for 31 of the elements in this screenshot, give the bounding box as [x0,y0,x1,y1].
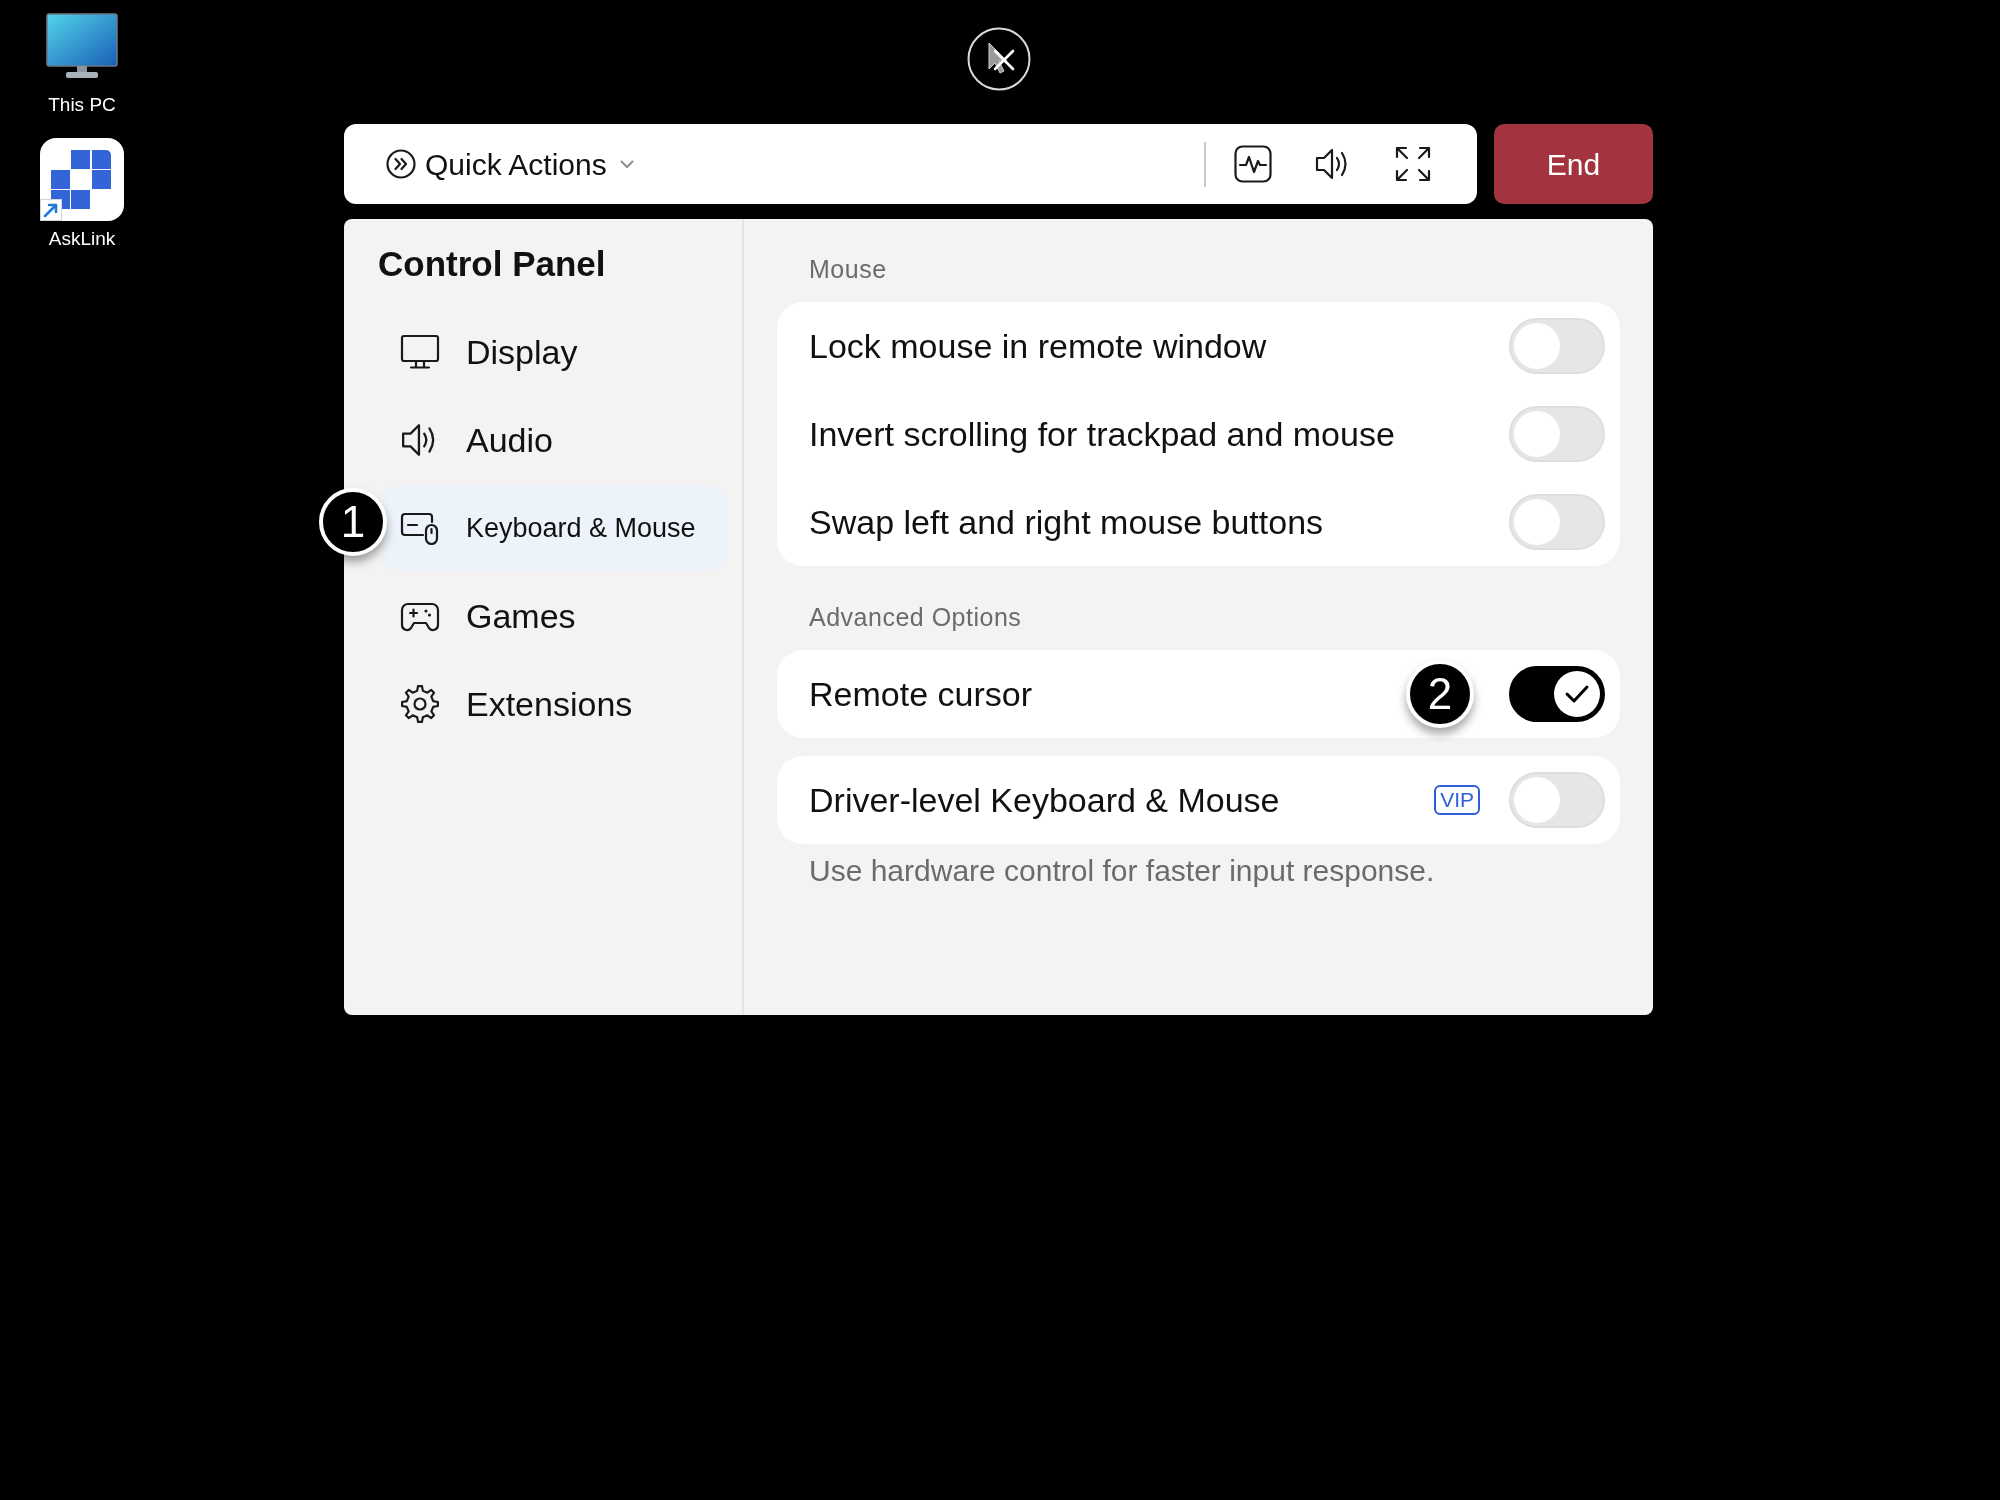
section-heading: Advanced Options [808,602,1023,632]
toggle-switch[interactable] [1509,666,1605,722]
caret-icon [619,159,634,169]
app-tile-icon[interactable] [40,138,124,221]
section-heading: Mouse [808,254,888,284]
fullscreen-icon[interactable] [1394,145,1432,183]
setting-label: Swap left and right mouse buttons [809,501,1325,543]
sidebar-item[interactable]: Display [383,310,726,394]
desktop-icon-label: AskLink [48,228,116,250]
sidebar-item[interactable]: Audio [383,398,726,482]
step-marker: 1 [319,488,387,556]
panel-title: Control Panel [378,243,607,285]
desktop-icon-label: This PC [48,94,116,116]
sidebar-item[interactable]: Games [383,574,726,658]
setting-label: Remote cursor [809,673,1033,715]
check-icon [1564,684,1590,704]
vip-tag: VIP [1434,785,1480,815]
monitor-icon [400,332,440,372]
double-chevron-icon [386,149,416,179]
setting-label: Lock mouse in remote window [809,325,1268,367]
pulse-monitor-icon[interactable] [1234,145,1272,183]
gear-icon [400,684,440,724]
sidebar-item[interactable]: Extensions [383,662,726,746]
hint-text: Use hardware control for faster input response. [808,853,1436,889]
cursor-crossed-icon[interactable] [967,27,1031,91]
setting-label: Driver-level Keyboard & Mouse [809,779,1281,821]
setting-label: Invert scrolling for trackpad and mouse [809,413,1396,455]
sidebar-item[interactable]: Keyboard & Mouse [383,486,726,570]
end-button[interactable]: End [1494,124,1653,204]
computer-monitor-icon[interactable] [46,13,118,79]
quick-actions-dropdown[interactable]: Quick Actions [386,141,634,187]
